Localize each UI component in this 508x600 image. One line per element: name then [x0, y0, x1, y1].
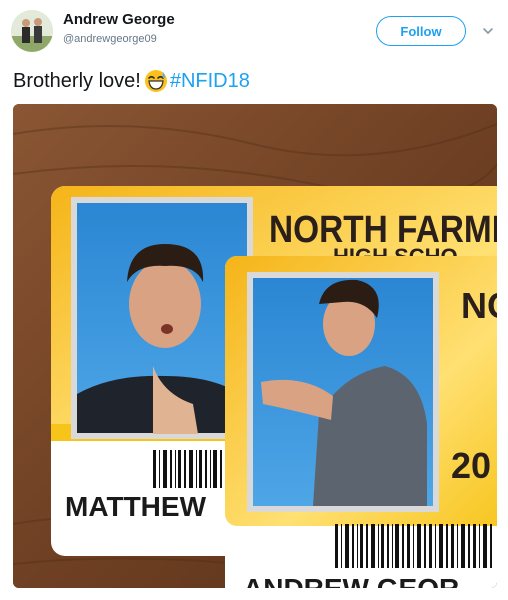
card-front-school-name: NO: [461, 285, 497, 326]
chevron-down-icon[interactable]: [481, 24, 495, 38]
card-back-student-name: MATTHEW: [65, 491, 207, 522]
tweet-photo[interactable]: NORTH FARMI HIGH SCHO MATTHEW: [13, 104, 497, 588]
hashtag-link[interactable]: #NFID18: [170, 70, 250, 93]
id-card-front: NO 20 ANDREW GEOR: [225, 256, 497, 588]
tweet-body: Brotherly love!: [13, 69, 141, 92]
avatar[interactable]: [11, 10, 53, 52]
tweet-header: Andrew George @andrewgeorge09 Follow: [0, 0, 508, 60]
display-name[interactable]: Andrew George: [63, 11, 175, 28]
follow-button[interactable]: Follow: [376, 16, 466, 46]
card-front-year: 20: [451, 445, 491, 486]
grinning-sweat-emoji-icon: [144, 70, 167, 92]
tweet-text: Brotherly love! #NFID18: [13, 66, 250, 96]
card-front-student-name: ANDREW GEOR: [243, 573, 459, 588]
user-handle[interactable]: @andrewgeorge09: [63, 33, 157, 45]
